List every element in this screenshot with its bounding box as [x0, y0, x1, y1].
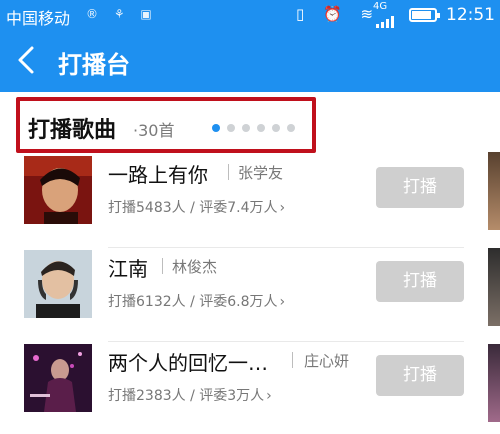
list-item[interactable]: 两个人的回忆一… 庄心妍 打播2383人 / 评委3万人 › 打播: [0, 344, 488, 434]
main-content: 打播歌曲 ·30首 一路上有你 张学友 打播5483人 / 评委7.4万人 › 打…: [0, 92, 500, 434]
chevron-left-icon: [18, 46, 34, 74]
page-dot: [257, 124, 265, 132]
row-divider: [108, 247, 464, 248]
section-header: 打播歌曲 ·30首: [16, 97, 316, 153]
peek-cover-3: [488, 344, 500, 422]
section-title: 打播歌曲: [28, 118, 117, 143]
artist-name: 庄心妍: [304, 352, 350, 370]
page-dot: [242, 124, 250, 132]
song-stats[interactable]: 打播5483人 / 评委7.4万人 ›: [108, 197, 285, 217]
page-dot: [212, 124, 220, 132]
peek-cover-1: [488, 152, 500, 230]
chevron-right-icon: ›: [279, 200, 286, 216]
play-button[interactable]: 打播: [376, 355, 464, 396]
play-button[interactable]: 打播: [376, 261, 464, 302]
top-nav-bar: 打播台: [0, 30, 500, 92]
next-column-peek: [488, 152, 500, 434]
system-icons: ▯ ⏰ ≋: [296, 5, 381, 23]
song-stats-text: 打播5483人 / 评委7.4万人: [108, 200, 278, 216]
page-dot: [287, 124, 295, 132]
network-type-label: 4G: [373, 1, 388, 12]
play-button[interactable]: 打播: [376, 167, 464, 208]
song-stats[interactable]: 打播2383人 / 评委3万人 ›: [108, 385, 272, 405]
back-button[interactable]: [12, 42, 42, 78]
page-dot: [272, 124, 280, 132]
peek-cover-2: [488, 248, 500, 326]
album-cover: [24, 156, 92, 224]
artist-name: 张学友: [238, 164, 284, 182]
chevron-right-icon: ›: [279, 294, 286, 310]
clock-label: 12:51: [446, 5, 495, 25]
page-dot: [227, 124, 235, 132]
separator: [228, 164, 229, 180]
song-name: 两个人的回忆一…: [108, 351, 268, 375]
song-name: 江南: [108, 257, 148, 281]
list-item[interactable]: 江南 林俊杰 打播6132人 / 评委6.8万人 › 打播: [0, 250, 488, 342]
chevron-right-icon: ›: [266, 388, 272, 404]
separator: [292, 352, 293, 368]
page-title: 打播台: [58, 51, 130, 79]
notification-icons: ® ⚘ ▣: [86, 7, 158, 21]
song-stats-text: 打播2383人 / 评委3万人: [108, 388, 265, 404]
carrier-label: 中国移动: [6, 9, 71, 28]
album-cover: [24, 250, 92, 318]
artist-name: 林俊杰: [172, 258, 218, 276]
battery-icon: [409, 8, 440, 22]
list-item[interactable]: 一路上有你 张学友 打播5483人 / 评委7.4万人 › 打播: [0, 156, 488, 248]
song-name: 一路上有你: [108, 163, 208, 187]
row-divider: [108, 341, 464, 342]
song-stats-text: 打播6132人 / 评委6.8万人: [108, 294, 278, 310]
separator: [162, 258, 163, 274]
song-stats[interactable]: 打播6132人 / 评委6.8万人 ›: [108, 291, 285, 311]
section-count: ·30首: [133, 121, 175, 140]
status-bar: 中国移动 ® ⚘ ▣ ▯ ⏰ ≋ 4G 12:51: [0, 0, 500, 30]
album-cover: [24, 344, 92, 412]
